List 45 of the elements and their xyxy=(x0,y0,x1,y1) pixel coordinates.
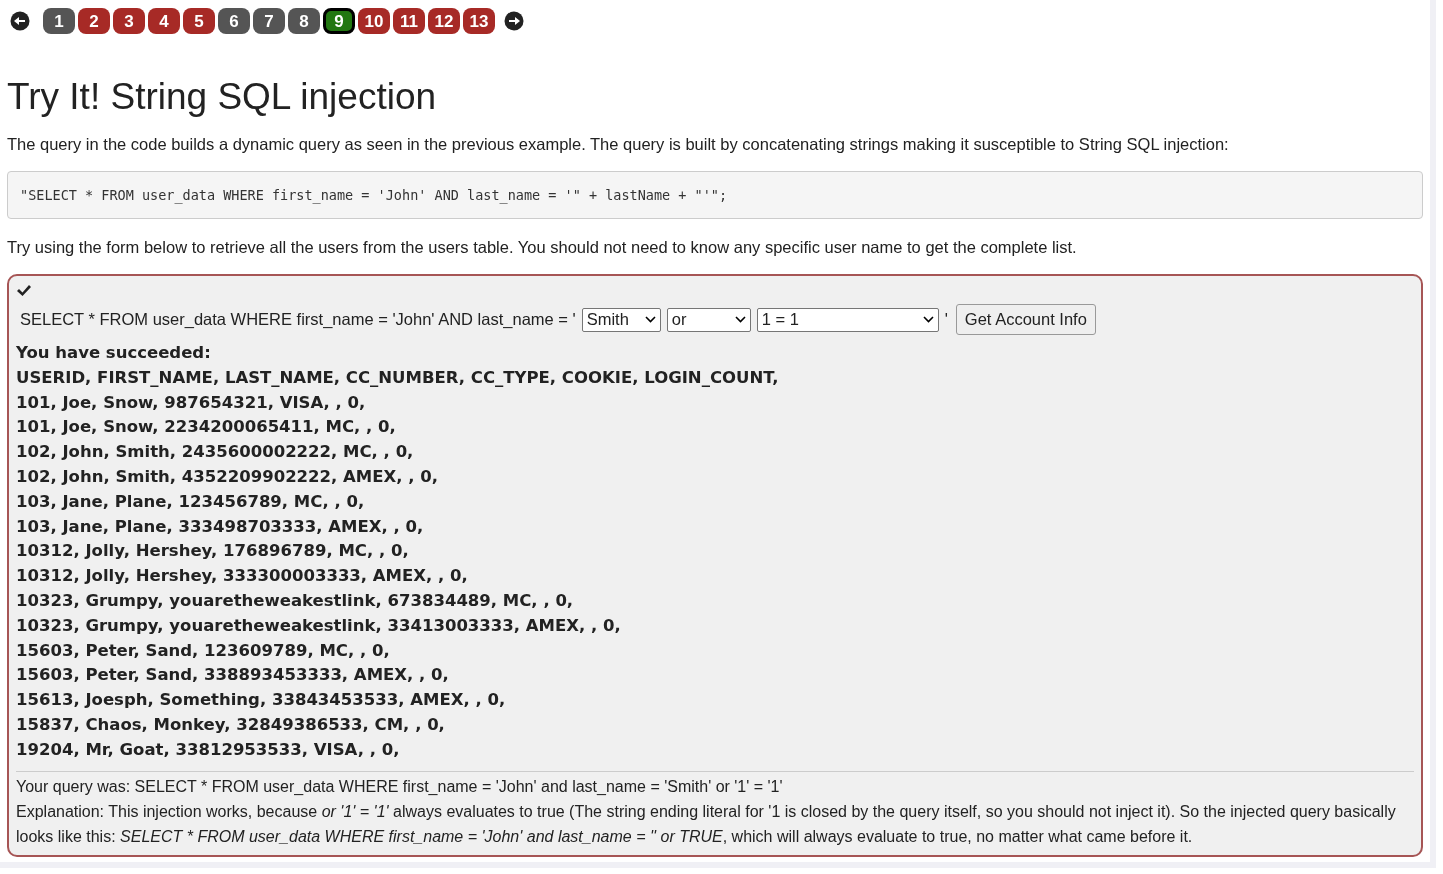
result-row-text: 15837, Chaos, Monkey, 32849386533, CM, , 0, xyxy=(16,713,445,736)
result-row-text: 10312, Jolly, Hershey, 333300003333, AMEX, , 0, xyxy=(16,565,468,588)
result-row-text: 103, Jane, Plane, 333498703333, AMEX, , 0, xyxy=(16,515,424,538)
dropdown-field[interactable]: Smith xyxy=(581,307,661,332)
result-row-text: 102, John, Smith, 4352209902222, AMEX, , 0, xyxy=(16,466,439,488)
chevron-down-icon xyxy=(644,316,656,323)
success-heading: You have succeeded: xyxy=(16,342,211,364)
page-button[interactable]: 8 xyxy=(288,8,320,34)
page-button[interactable]: 9 xyxy=(323,8,355,34)
result-row-text: 10312, Jolly, Hershey, 176896789, MC, , 0, xyxy=(16,540,409,563)
chevron-down-icon xyxy=(922,316,934,323)
page-button[interactable]: 2 xyxy=(78,8,110,34)
intro-paragraph: The query in the code builds a dynamic query as seen in the previous example. The query is built by concatenating strings making it susceptible to String SQL injection: xyxy=(7,134,1230,156)
page-button[interactable]: 11 xyxy=(393,8,425,34)
result-row-text: USERID, FIRST_NAME, LAST_NAME, CC_NUMBER, CC_TYPE, COOKIE, LOGIN_COUNT, xyxy=(16,366,779,389)
page-title: Try It! String SQL injection xyxy=(7,75,438,119)
result-row-text: 103, Jane, Plane, 123456789, MC, , 0, xyxy=(16,490,365,513)
page-button[interactable]: 5 xyxy=(183,8,215,34)
chevron-down-icon xyxy=(734,316,746,323)
result-row-text: 15603, Peter, Sand, 123609789, MC, , 0, xyxy=(16,639,390,662)
result-row-text: 15613, Joesph, Something, 33843453533, AMEX, , 0, xyxy=(16,689,506,712)
result-row-text: 10323, Grumpy, youaretheweakestlink, 33413003333, AMEX, , 0, xyxy=(16,614,621,637)
query-suffix-text: ' xyxy=(944,309,948,331)
result-row-text: 10323, Grumpy, youaretheweakestlink, 673834489, MC, , 0, xyxy=(16,589,574,612)
page-button[interactable]: 1 xyxy=(43,8,75,34)
query-text: Your query was: SELECT * FROM user_data WHERE first_name = 'John' and last_name = 'Smith' or '1' = '1' xyxy=(16,776,784,797)
result-row-text: 19204, Mr, Goat, 33812953533, VISA, , 0, xyxy=(16,738,400,761)
query-prefix-text: SELECT * FROM user_data WHERE first_name = 'John' AND last_name = ' xyxy=(20,309,576,331)
result-row-text: 101, Joe, Snow, 2234200065411, MC, , 0, xyxy=(16,416,396,439)
result-row-text: 15603, Peter, Sand, 338893453333, AMEX, , 0, xyxy=(16,664,449,687)
result-row-text: 101, Joe, Snow, 987654321, VISA, , 0, xyxy=(16,391,366,414)
page-button[interactable]: 3 xyxy=(113,8,145,34)
page-button[interactable]: 6 xyxy=(218,8,250,34)
dropdown-field[interactable]: 1 = 1 xyxy=(756,307,939,332)
result-row-text: 102, John, Smith, 2435600002222, MC, , 0, xyxy=(16,441,414,464)
instruction-paragraph: Try using the form below to retrieve all the users from the users table. You should not need to know any specific user name to get the complete list. xyxy=(7,237,1078,259)
dropdown-field[interactable]: or xyxy=(666,307,751,332)
get-account-info-button[interactable]: Get Account Info xyxy=(955,304,1096,335)
explanation-text: Explanation: This injection works, because or '1' = '1' always evaluates to true (The string ending literal for '1 is closed by the query itself, so you should not inject it). So the injected query basically looks like this: SELECT * FROM user_data WHERE first_name = 'John' and last_name = '' or TRUE, which will always evaluate to true, no matter what came before it. xyxy=(16,801,1397,847)
page-button[interactable]: 7 xyxy=(253,8,285,34)
page-button[interactable]: 10 xyxy=(358,8,390,34)
page-button[interactable]: 13 xyxy=(463,8,495,34)
code-block: "SELECT * FROM user_data WHERE first_name = 'John' AND last_name = '" + lastName + "'"; xyxy=(7,171,1423,220)
page-button[interactable]: 12 xyxy=(428,8,460,34)
page-button[interactable]: 4 xyxy=(148,8,180,34)
